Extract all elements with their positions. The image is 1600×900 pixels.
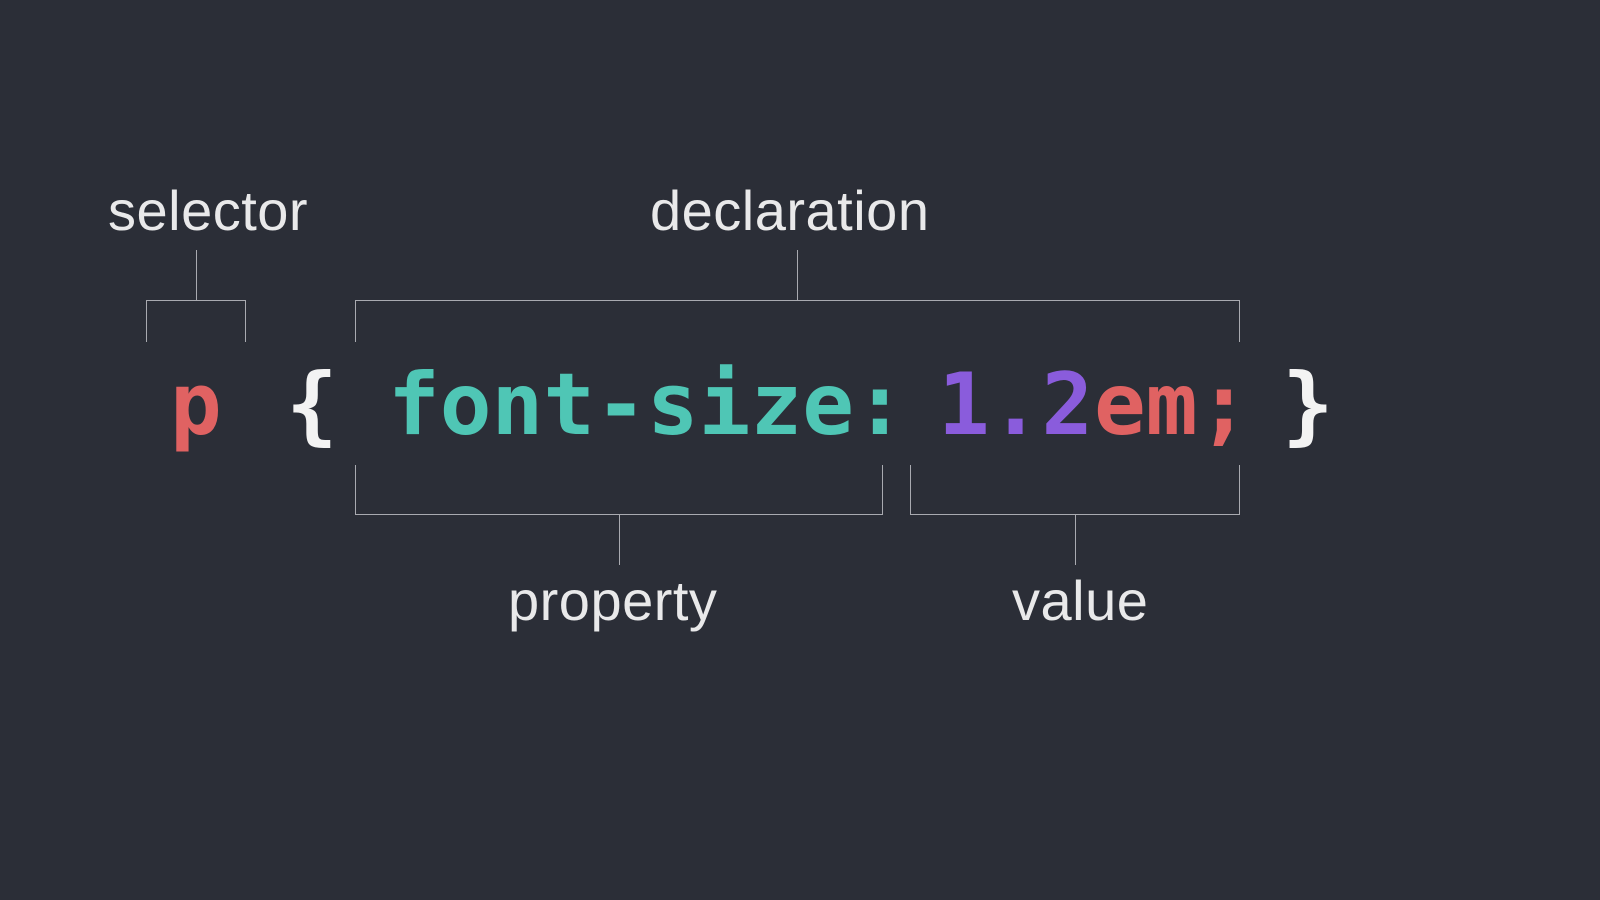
label-property: property xyxy=(508,568,717,633)
bracket-selector xyxy=(146,300,246,342)
code-property: font-size xyxy=(388,355,854,455)
stem-declaration xyxy=(797,250,798,300)
code-brace-open: { xyxy=(286,355,338,455)
label-declaration: declaration xyxy=(650,178,929,243)
label-value: value xyxy=(1012,568,1148,633)
code-value-number: 1.2 xyxy=(938,355,1093,455)
stem-value xyxy=(1075,515,1076,565)
code-brace-close: } xyxy=(1282,355,1334,455)
bracket-property xyxy=(355,465,883,515)
stem-property xyxy=(619,515,620,565)
stem-selector xyxy=(196,250,197,300)
bracket-declaration xyxy=(355,300,1240,342)
code-value-unit: em xyxy=(1094,355,1198,455)
label-selector: selector xyxy=(108,178,308,243)
code-semicolon: ; xyxy=(1198,355,1250,455)
bracket-value xyxy=(910,465,1240,515)
code-colon: : xyxy=(854,355,906,455)
code-selector: p xyxy=(170,355,222,455)
css-anatomy-diagram: selector declaration p { font-size : 1.2… xyxy=(0,0,1600,900)
